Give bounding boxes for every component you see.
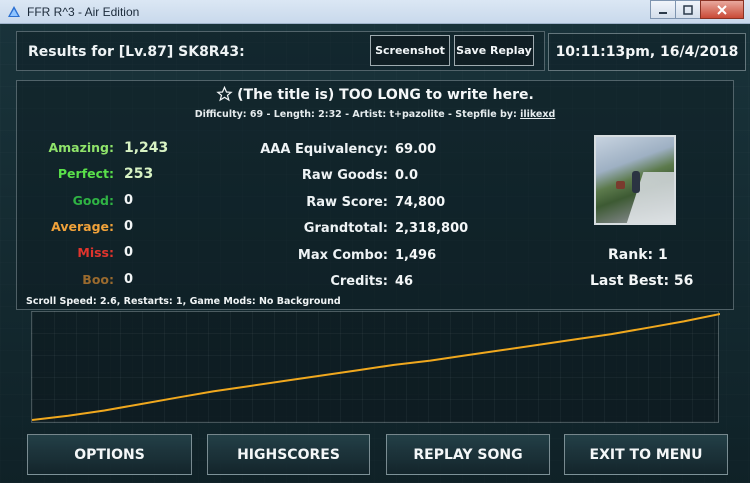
thumbnail-figure	[632, 171, 640, 193]
stat-row-credits: Credits: 46	[0, 274, 520, 296]
stat-row-raw-score: Raw Score: 74,800	[0, 195, 520, 217]
stat-row-max-combo: Max Combo: 1,496	[0, 248, 520, 270]
stat-value-credits: 46	[395, 274, 414, 289]
window-titlebar: FFR R^3 - Air Edition	[0, 0, 750, 24]
stat-label-grandtotal: Grandtotal:	[303, 221, 388, 237]
stat-label-raw-goods: Raw Goods:	[301, 168, 388, 184]
thumbnail-road	[620, 172, 674, 223]
options-button[interactable]: OPTIONS	[27, 434, 192, 475]
song-thumbnail	[594, 135, 676, 225]
screenshot-button[interactable]: Screenshot	[370, 35, 450, 66]
stat-row-aaa-equivalency: AAA Equivalency: 69.00	[0, 142, 520, 164]
results-screen: Results for [Lv.87] SK8R43: Screenshot S…	[0, 24, 750, 483]
maximize-icon[interactable]	[675, 0, 701, 19]
stat-value-aaa-equivalency: 69.00	[395, 142, 437, 157]
stat-label-credits: Credits:	[330, 274, 388, 289]
stat-value-raw-goods: 0.0	[395, 168, 419, 184]
window-title: FFR R^3 - Air Edition	[27, 4, 140, 19]
timestamp: 10:11:13pm, 16/4/2018	[548, 33, 746, 71]
replay-song-button[interactable]: REPLAY SONG	[386, 434, 550, 475]
window-controls	[650, 0, 744, 20]
save-replay-button[interactable]: Save Replay	[454, 35, 534, 66]
thumbnail-object	[616, 181, 625, 189]
song-meta-text: Difficulty: 69 - Length: 2:32 - Artist: …	[194, 109, 521, 120]
exit-to-menu-button[interactable]: EXIT TO MENU	[564, 434, 728, 475]
stat-label-raw-score: Raw Score:	[306, 194, 388, 210]
close-icon[interactable]	[700, 0, 744, 19]
stepfile-author-link[interactable]: ilikexd	[520, 109, 555, 120]
stat-label-aaa-equivalency: AAA Equivalency:	[260, 142, 388, 157]
minimize-icon[interactable]	[650, 0, 676, 19]
bottom-menu: OPTIONS HIGHSCORES REPLAY SONG EXIT TO M…	[17, 424, 750, 483]
song-meta: Difficulty: 69 - Length: 2:32 - Artist: …	[0, 109, 750, 120]
last-best-text: Last Best: 56	[590, 273, 694, 289]
rank-text: Rank: 1	[608, 247, 668, 263]
results-title: Results for [Lv.87] SK8R43:	[28, 44, 245, 60]
stat-row-grandtotal: Grandtotal: 2,318,800	[0, 221, 520, 243]
stat-value-grandtotal: 2,318,800	[395, 221, 469, 237]
stat-value-raw-score: 74,800	[395, 194, 446, 210]
highscores-button[interactable]: HIGHSCORES	[207, 434, 370, 475]
star-outline-icon[interactable]	[216, 86, 233, 102]
stat-value-max-combo: 1,496	[395, 247, 437, 263]
app-icon	[8, 5, 20, 17]
song-title-line: (The title is) TOO LONG to write here.	[0, 86, 750, 103]
game-settings-line: Scroll Speed: 2.6, Restarts: 1, Game Mod…	[26, 296, 341, 307]
stat-label-max-combo: Max Combo:	[297, 247, 388, 263]
stat-row-raw-goods: Raw Goods: 0.0	[0, 168, 520, 190]
score-graph-line	[32, 313, 720, 421]
score-graph	[31, 311, 720, 423]
score-graph-svg	[32, 313, 720, 421]
song-title: (The title is) TOO LONG to write here.	[237, 87, 534, 103]
